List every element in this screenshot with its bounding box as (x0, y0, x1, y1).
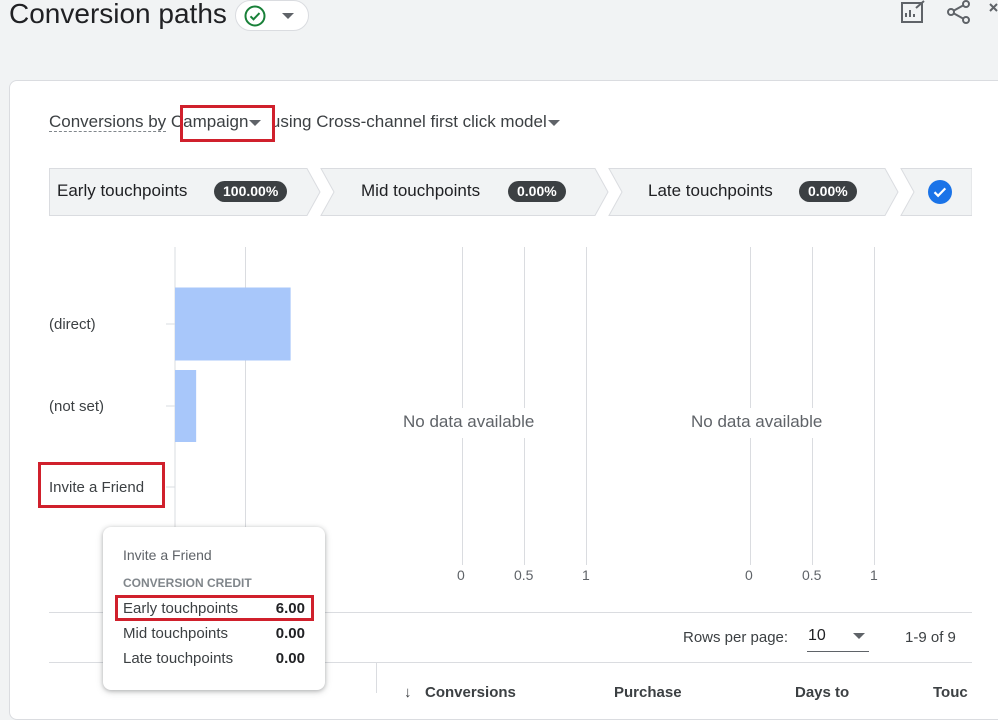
column-header-days-to[interactable]: Days to (795, 684, 849, 701)
check-circle-icon (243, 4, 267, 33)
highlight-box (115, 595, 314, 621)
pagination-range: 1-9 of 9 (905, 629, 956, 646)
compare-icon[interactable] (988, 0, 998, 29)
mid-x-tick: 0.5 (514, 567, 534, 583)
dimension-selector-line: Conversions by Campaign using Cross-chan… (49, 112, 560, 132)
sort-arrow-icon: ↓ (404, 684, 412, 701)
attribution-model-dropdown[interactable]: using Cross-channel first click model (271, 112, 560, 131)
tooltip-title: Invite a Friend (123, 547, 212, 563)
rows-per-page-value: 10 (808, 627, 826, 644)
touchpoint-stages: Early touchpoints 100.00% Mid touchpoint… (49, 168, 972, 216)
stage-early-badge: 100.00% (214, 181, 288, 202)
status-dropdown[interactable] (235, 0, 309, 31)
mid-x-tick: 0 (457, 567, 465, 583)
share-icon[interactable] (946, 0, 972, 29)
mid-x-tick: 1 (582, 567, 590, 583)
edit-report-icon[interactable] (900, 0, 926, 29)
check-circle-icon[interactable] (927, 179, 953, 210)
late-x-tick: 1 (870, 567, 878, 583)
late-x-tick: 0 (745, 567, 753, 583)
rows-per-page-label: Rows per page: (683, 629, 789, 646)
tooltip-heading: CONVERSION CREDIT (123, 576, 252, 590)
column-header-conversions[interactable]: Conversions (425, 684, 516, 701)
bar[interactable] (175, 287, 291, 361)
chevron-down-icon (547, 119, 560, 126)
stage-early-label: Early touchpoints (57, 181, 188, 200)
late-x-tick: 0.5 (802, 567, 822, 583)
rows-per-page-select[interactable]: 10 (807, 624, 869, 652)
column-header-touchpoints[interactable]: Touc (933, 684, 968, 701)
page-title: Conversion paths (9, 0, 227, 29)
tooltip-row-value: 0.00 (275, 625, 305, 642)
chevron-down-icon (853, 633, 865, 639)
stage-late-badge: 0.00% (799, 181, 857, 202)
late-no-data-message: No data available (691, 412, 823, 431)
mid-no-data-message: No data available (403, 412, 535, 431)
tooltip: Invite a Friend CONVERSION CREDIT Early … (103, 527, 325, 690)
divider (376, 663, 377, 693)
highlight-box (38, 462, 165, 508)
column-header-purchase[interactable]: Purchase (614, 684, 682, 701)
stage-mid-label: Mid touchpoints (361, 181, 481, 200)
tooltip-row-label: Late touchpoints (123, 650, 234, 667)
tooltip-row-label: Mid touchpoints (123, 625, 229, 642)
category-label: (not set) (49, 398, 105, 415)
metric-label: Conversions by (49, 112, 167, 132)
tooltip-row-value: 0.00 (275, 650, 305, 667)
bar[interactable] (175, 370, 197, 442)
category-label: (direct) (49, 316, 96, 333)
highlight-box (180, 105, 275, 142)
chevron-down-icon (282, 13, 294, 19)
stage-late-label: Late touchpoints (648, 181, 773, 200)
stage-mid-badge: 0.00% (508, 181, 566, 202)
model-value: using Cross-channel first click model (270, 112, 547, 131)
empty-charts-gridlines (462, 247, 875, 565)
